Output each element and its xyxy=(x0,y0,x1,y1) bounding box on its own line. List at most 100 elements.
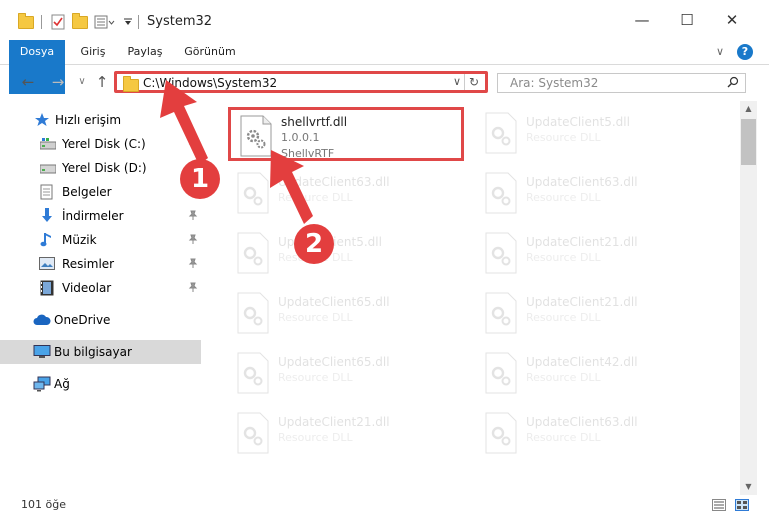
title-bar: System32 — ☐ ✕ xyxy=(0,0,769,40)
sidebar-item-documents[interactable]: Belgeler xyxy=(0,180,201,204)
tab-home[interactable]: Giriş xyxy=(73,40,113,64)
dll-file-icon xyxy=(237,412,269,454)
file-description: Resource DLL xyxy=(526,251,601,264)
file-item[interactable]: UpdateClient21.dll Resource DLL xyxy=(476,287,712,341)
file-item[interactable]: UpdateClient63.dll Resource DLL xyxy=(476,407,712,461)
drive-icon xyxy=(39,162,57,176)
search-placeholder: Ara: System32 xyxy=(510,76,599,90)
tab-share[interactable]: Paylaş xyxy=(122,40,168,64)
properties-icon[interactable] xyxy=(51,13,65,31)
file-description: Resource DLL xyxy=(278,311,353,324)
new-folder-icon[interactable] xyxy=(72,12,88,31)
dll-file-icon xyxy=(237,172,269,214)
address-dropdown-icon[interactable]: ∨ xyxy=(453,74,461,90)
file-name: UpdateClient21.dll xyxy=(526,235,638,249)
dll-file-icon xyxy=(485,292,517,334)
dll-file-icon xyxy=(485,352,517,394)
dll-file-icon xyxy=(240,115,272,157)
sidebar-item-music[interactable]: Müzik xyxy=(0,228,201,252)
search-input[interactable]: Ara: System32 xyxy=(497,73,746,93)
file-explorer-window: System32 — ☐ ✕ Dosya Giriş Paylaş Görünü… xyxy=(0,0,769,530)
recent-locations-button[interactable]: ∨ xyxy=(72,72,92,92)
tab-view[interactable]: Görünüm xyxy=(180,40,240,64)
file-list: shellvrtf.dll 1.0.0.1 ShellvRTF UpdateCl… xyxy=(206,101,740,495)
folder-icon xyxy=(123,76,139,92)
file-description: Resource DLL xyxy=(278,191,353,204)
item-count: 101 öğe xyxy=(21,498,66,511)
details-view-icon[interactable] xyxy=(712,499,726,511)
status-bar: 101 öğe xyxy=(0,495,769,530)
dll-file-icon xyxy=(237,292,269,334)
pictures-icon xyxy=(39,257,55,271)
file-item[interactable]: UpdateClient21.dll Resource DLL xyxy=(228,407,464,461)
up-button[interactable]: ↑ xyxy=(92,72,112,92)
file-name: UpdateClient5.dll xyxy=(526,115,630,129)
file-description: Resource DLL xyxy=(526,371,601,384)
forward-button[interactable]: → xyxy=(48,72,68,92)
file-item[interactable]: UpdateClient21.dll Resource DLL xyxy=(476,227,712,281)
file-description: Resource DLL xyxy=(278,431,353,444)
minimize-button[interactable]: — xyxy=(630,9,654,31)
video-icon xyxy=(40,280,56,296)
file-item[interactable]: UpdateClient5.dll Resource DLL xyxy=(228,227,464,281)
file-name: UpdateClient65.dll xyxy=(278,355,390,369)
address-bar[interactable]: C:\Windows\System32 ∨ ↻ xyxy=(114,71,488,93)
file-item[interactable]: UpdateClient63.dll Resource DLL xyxy=(228,167,464,221)
scrollbar-thumb[interactable] xyxy=(741,119,756,165)
scroll-up-icon[interactable]: ▲ xyxy=(740,101,757,117)
maximize-button[interactable]: ☐ xyxy=(675,9,699,31)
file-name: shellvrtf.dll xyxy=(281,115,348,129)
search-icon xyxy=(727,76,739,91)
dll-file-icon xyxy=(485,412,517,454)
back-button[interactable]: ← xyxy=(18,72,38,92)
sidebar-item-onedrive[interactable]: OneDrive xyxy=(0,308,201,332)
sidebar-item-this-pc[interactable]: Bu bilgisayar xyxy=(0,340,201,364)
sidebar-item-pictures[interactable]: Resimler xyxy=(0,252,201,276)
file-item[interactable]: UpdateClient65.dll Resource DLL xyxy=(228,347,464,401)
sidebar-item-videos[interactable]: Videolar xyxy=(0,276,201,300)
file-item[interactable]: UpdateClient65.dll Resource DLL xyxy=(228,287,464,341)
file-description: Resource DLL xyxy=(526,191,601,204)
tiles-view-icon[interactable] xyxy=(735,499,749,511)
pin-icon xyxy=(188,234,198,247)
file-name: UpdateClient42.dll xyxy=(526,355,638,369)
scroll-down-icon[interactable]: ▼ xyxy=(740,479,757,495)
pin-icon xyxy=(188,258,198,271)
ribbon-expand-icon[interactable]: ∨ xyxy=(712,40,728,64)
quick-access-dropdown-icon[interactable] xyxy=(123,13,133,31)
file-version: 1.0.0.1 xyxy=(281,131,320,144)
sidebar-item-downloads[interactable]: İndirmeler xyxy=(0,204,201,228)
file-description: Resource DLL xyxy=(278,371,353,384)
pin-icon xyxy=(188,138,198,151)
star-icon xyxy=(34,113,50,127)
file-item[interactable]: UpdateClient5.dll Resource DLL xyxy=(476,107,712,161)
step-2-callout: 2 xyxy=(294,224,334,264)
help-icon[interactable]: ? xyxy=(737,44,753,60)
file-item[interactable]: UpdateClient42.dll Resource DLL xyxy=(476,347,712,401)
ribbon-tabs: Dosya Giriş Paylaş Görünüm ∨ ? xyxy=(0,40,769,94)
sidebar-item-local-disk-d[interactable]: Yerel Disk (D:) xyxy=(0,156,201,180)
music-icon xyxy=(40,232,56,247)
sidebar-item-quick-access[interactable]: Hızlı erişim xyxy=(0,108,201,132)
dll-file-icon xyxy=(485,112,517,154)
file-description: Resource DLL xyxy=(526,131,601,144)
file-item[interactable]: UpdateClient63.dll Resource DLL xyxy=(476,167,712,221)
refresh-icon[interactable]: ↻ xyxy=(464,74,483,90)
pin-icon xyxy=(188,282,198,295)
file-name: UpdateClient21.dll xyxy=(278,415,390,429)
computer-icon xyxy=(33,345,51,359)
pin-icon xyxy=(188,210,198,223)
close-button[interactable]: ✕ xyxy=(720,9,744,31)
file-description: Resource DLL xyxy=(526,311,601,324)
navigation-bar: ← → ∨ ↑ C:\Windows\System32 ∨ ↻ Ara: Sys… xyxy=(0,65,769,101)
documents-icon xyxy=(40,184,56,200)
sidebar-item-network[interactable]: Ağ xyxy=(0,372,201,396)
network-icon xyxy=(33,376,51,392)
file-name: UpdateClient63.dll xyxy=(278,175,390,189)
address-path: C:\Windows\System32 xyxy=(143,76,278,90)
customize-toolbar-icon[interactable] xyxy=(94,13,116,31)
vertical-scrollbar[interactable]: ▲ ▼ xyxy=(740,101,757,495)
sidebar-item-local-disk-c[interactable]: Yerel Disk (C:) xyxy=(0,132,201,156)
file-item-shellvrtf[interactable]: shellvrtf.dll 1.0.0.1 ShellvRTF xyxy=(228,107,464,161)
file-name: UpdateClient63.dll xyxy=(526,415,638,429)
